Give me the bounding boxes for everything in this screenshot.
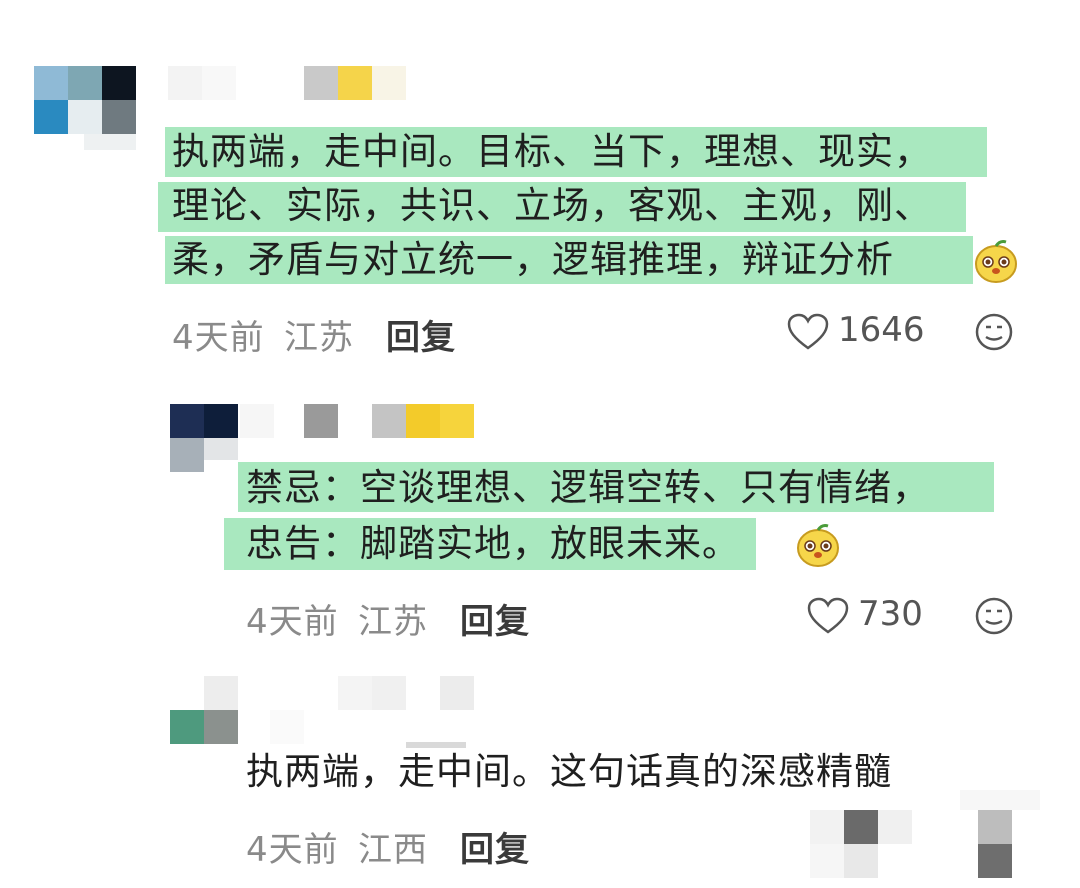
emoji-sticker-icon [975,240,1017,283]
username-pixelated[interactable] [168,66,408,100]
comment-location: 江苏 [284,318,354,358]
like-count: 730 [858,594,923,634]
avatar[interactable] [170,404,238,472]
username-pixelated[interactable] [270,676,550,748]
reply-button[interactable]: 回复 [460,594,530,643]
comment-time: 4天前 [172,318,265,358]
comment-text-line: 执两端，走中间。目标、当下，理想、现实， [172,130,932,173]
heart-icon [807,597,849,634]
comment-text-line: 柔，矛盾与对立统一，逻辑推理，辩证分析 [172,238,894,281]
comment-time: 4天前 [246,602,339,642]
like-count: 1646 [838,310,925,350]
username-pixelated[interactable] [240,404,480,438]
like-button[interactable]: 730 [806,592,936,640]
comment-text-line: 理论、实际，共识、立场，客观、主观，刚、 [172,184,932,227]
avatar[interactable] [170,676,238,744]
reply-button[interactable]: 回复 [386,310,456,359]
like-button[interactable]: 1646 [786,308,936,356]
comment-text-line: 忠告：脚踏实地，放眼未来。 [246,522,740,565]
comment-location: 江苏 [358,602,428,642]
watermark-pixelated [810,776,1050,886]
reply-button[interactable]: 回复 [460,822,530,871]
reaction-face-icon[interactable] [974,312,1014,352]
reaction-face-icon[interactable] [974,596,1014,636]
avatar[interactable] [34,66,136,150]
heart-icon [787,313,829,350]
comment-time: 4天前 [246,830,339,870]
comment-text-line: 禁忌：空谈理想、逻辑空转、只有情绪， [246,466,930,509]
emoji-sticker-icon [797,524,839,567]
comment-location: 江西 [358,830,428,870]
comment-text-line: 执两端，走中间。这句话真的深感精髓 [246,750,892,793]
